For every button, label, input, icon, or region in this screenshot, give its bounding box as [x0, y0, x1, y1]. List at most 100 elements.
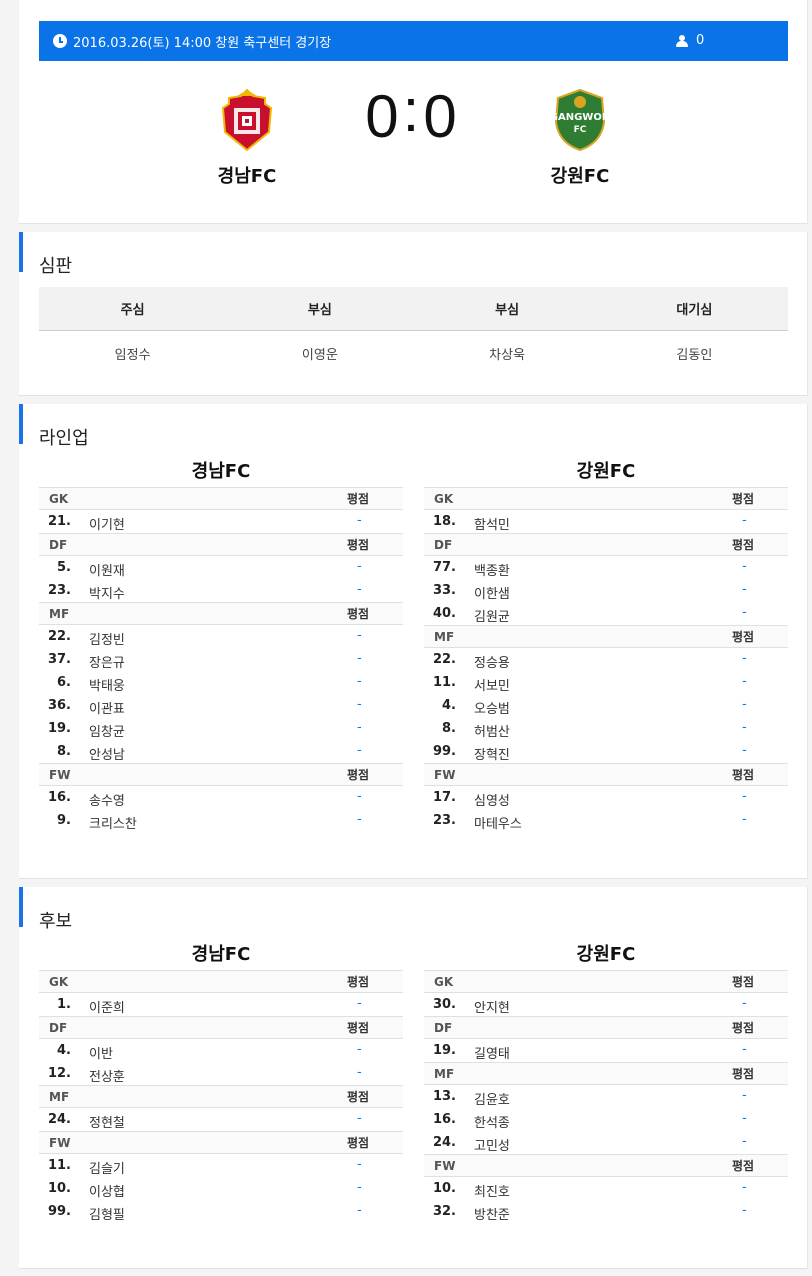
player-row[interactable]: 30. 안지현 -	[424, 993, 788, 1016]
player-row[interactable]: 8. 안성남 -	[39, 740, 403, 763]
player-name[interactable]: 박지수	[89, 583, 125, 602]
player-name[interactable]: 서보민	[474, 675, 510, 694]
player-rating: -	[742, 1042, 747, 1057]
player-name[interactable]: 최진호	[474, 1181, 510, 1200]
player-name[interactable]: 김형필	[89, 1204, 125, 1223]
player-rating: -	[357, 1065, 362, 1080]
player-number: 16.	[432, 1112, 456, 1127]
player-number: 17.	[432, 790, 456, 805]
player-row[interactable]: 32. 방찬준 -	[424, 1200, 788, 1223]
player-row[interactable]: 22. 김정빈 -	[39, 625, 403, 648]
player-name[interactable]: 장혁진	[474, 744, 510, 763]
player-row[interactable]: 24. 고민성 -	[424, 1131, 788, 1154]
player-number: 16.	[47, 790, 71, 805]
position-header: DF 평점	[424, 1016, 788, 1039]
player-row[interactable]: 16. 한석종 -	[424, 1108, 788, 1131]
player-row[interactable]: 99. 김형필 -	[39, 1200, 403, 1223]
away-team-logo[interactable]: GANGWON FC	[552, 88, 608, 152]
player-row[interactable]: 1. 이준희 -	[39, 993, 403, 1016]
away-team-name[interactable]: 강원FC	[510, 162, 650, 188]
player-row[interactable]: 16. 송수영 -	[39, 786, 403, 809]
player-name[interactable]: 김윤호	[474, 1089, 510, 1108]
player-row[interactable]: 12. 전상훈 -	[39, 1062, 403, 1085]
player-name[interactable]: 정승용	[474, 652, 510, 671]
referee-assistant-1-name: 이영운	[301, 347, 338, 363]
player-name[interactable]: 오승범	[474, 698, 510, 717]
player-row[interactable]: 18. 함석민 -	[424, 510, 788, 533]
player-row[interactable]: 19. 임창균 -	[39, 717, 403, 740]
player-rating: -	[357, 651, 362, 666]
player-name[interactable]: 이관표	[89, 698, 125, 717]
player-name[interactable]: 전상훈	[89, 1066, 125, 1085]
player-name[interactable]: 함석민	[474, 514, 510, 533]
rating-header: 평점	[347, 975, 370, 989]
match-info-text: 2016.03.26(토) 14:00 창원 축구센터 경기장	[73, 35, 332, 51]
player-name[interactable]: 크리스찬	[89, 813, 137, 832]
player-name[interactable]: 안지현	[474, 997, 510, 1016]
player-row[interactable]: 37. 장은규 -	[39, 648, 403, 671]
player-name[interactable]: 마테우스	[474, 813, 522, 832]
player-row[interactable]: 6. 박태웅 -	[39, 671, 403, 694]
rating-header: 평점	[732, 538, 755, 552]
player-name[interactable]: 허범산	[474, 721, 510, 740]
player-row[interactable]: 19. 길영태 -	[424, 1039, 788, 1062]
player-name[interactable]: 박태웅	[89, 675, 125, 694]
position-label: FW	[434, 1158, 456, 1173]
player-name[interactable]: 방찬준	[474, 1204, 510, 1223]
player-rating: -	[742, 605, 747, 620]
player-row[interactable]: 33. 이한샘 -	[424, 579, 788, 602]
player-name[interactable]: 이준희	[89, 997, 125, 1016]
player-row[interactable]: 10. 최진호 -	[424, 1177, 788, 1200]
player-name[interactable]: 임창균	[89, 721, 125, 740]
player-name[interactable]: 이원재	[89, 560, 125, 579]
player-name[interactable]: 김원균	[474, 606, 510, 625]
home-team-name[interactable]: 경남FC	[177, 162, 317, 188]
player-row[interactable]: 99. 장혁진 -	[424, 740, 788, 763]
player-row[interactable]: 5. 이원재 -	[39, 556, 403, 579]
player-name[interactable]: 장은규	[89, 652, 125, 671]
player-name[interactable]: 송수영	[89, 790, 125, 809]
player-name[interactable]: 길영태	[474, 1043, 510, 1062]
player-row[interactable]: 11. 서보민 -	[424, 671, 788, 694]
player-row[interactable]: 21. 이기현 -	[39, 510, 403, 533]
subs-home-column: 경남FC GK 평점 1. 이준희 - DF 평점 4. 이반 - 12. 전상…	[39, 940, 403, 1223]
player-row[interactable]: 13. 김윤호 -	[424, 1085, 788, 1108]
player-row[interactable]: 4. 오승범 -	[424, 694, 788, 717]
player-row[interactable]: 22. 정승용 -	[424, 648, 788, 671]
player-name[interactable]: 정현철	[89, 1112, 125, 1131]
home-team-logo[interactable]	[219, 88, 275, 152]
player-name[interactable]: 백종환	[474, 560, 510, 579]
player-name[interactable]: 이기현	[89, 514, 125, 533]
referee-header-fourth: 대기심	[676, 303, 713, 318]
player-rating: -	[357, 582, 362, 597]
position-header: GK 평점	[39, 487, 403, 510]
player-row[interactable]: 24. 정현철 -	[39, 1108, 403, 1131]
player-name[interactable]: 김슬기	[89, 1158, 125, 1177]
player-row[interactable]: 40. 김원균 -	[424, 602, 788, 625]
lineup-home-column: 경남FC GK 평점 21. 이기현 - DF 평점 5. 이원재 - 23. …	[39, 457, 403, 832]
player-row[interactable]: 23. 마테우스 -	[424, 809, 788, 832]
subs-away-column: 강원FC GK 평점 30. 안지현 - DF 평점 19. 길영태 - MF …	[424, 940, 788, 1223]
player-name[interactable]: 이반	[89, 1043, 113, 1062]
player-name[interactable]: 심영성	[474, 790, 510, 809]
player-name[interactable]: 안성남	[89, 744, 125, 763]
player-row[interactable]: 10. 이상협 -	[39, 1177, 403, 1200]
position-header: FW 평점	[39, 1131, 403, 1154]
player-row[interactable]: 4. 이반 -	[39, 1039, 403, 1062]
player-row[interactable]: 36. 이관표 -	[39, 694, 403, 717]
player-name[interactable]: 한석종	[474, 1112, 510, 1131]
player-name[interactable]: 고민성	[474, 1135, 510, 1154]
player-row[interactable]: 17. 심영성 -	[424, 786, 788, 809]
position-label: FW	[49, 767, 71, 782]
player-row[interactable]: 11. 김슬기 -	[39, 1154, 403, 1177]
referee-header-row: 주심 부심 부심 대기심	[39, 287, 788, 331]
rating-header: 평점	[732, 630, 755, 644]
player-name[interactable]: 이상협	[89, 1181, 125, 1200]
player-row[interactable]: 77. 백종환 -	[424, 556, 788, 579]
player-row[interactable]: 8. 허범산 -	[424, 717, 788, 740]
player-row[interactable]: 9. 크리스찬 -	[39, 809, 403, 832]
away-logo-sub: FC	[574, 125, 587, 135]
player-row[interactable]: 23. 박지수 -	[39, 579, 403, 602]
player-name[interactable]: 이한샘	[474, 583, 510, 602]
player-name[interactable]: 김정빈	[89, 629, 125, 648]
